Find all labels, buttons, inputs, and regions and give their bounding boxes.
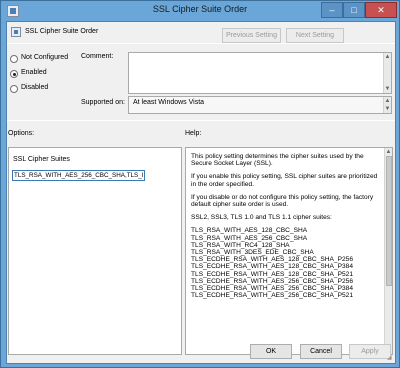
cipher-suite-item: TLS_ECDHE_RSA_WITH_AES_128_CBC_SHA_P384 (191, 263, 353, 271)
options-panel: SSL Cipher Suites TLS_RSA_WITH_AES_256_C… (8, 147, 182, 355)
cipher-suite-item: TLS_RSA_WITH_RC4_128_SHA (191, 241, 290, 249)
cipher-suite-item: TLS_RSA_WITH_AES_256_CBC_SHA (191, 234, 308, 242)
options-label: Options: (8, 130, 35, 137)
help-scrollbar[interactable]: ▲ ▼ (384, 148, 392, 354)
setting-icon (11, 27, 21, 37)
cipher-suite-item: TLS_ECDHE_RSA_WITH_AES_256_CBC_SHA_P256 (191, 277, 353, 285)
scroll-down-arrow-icon[interactable]: ▼ (384, 85, 391, 93)
radio-dot[interactable] (10, 70, 18, 78)
cipher-suite-item: TLS_ECDHE_RSA_WITH_AES_128_CBC_SHA_P256 (191, 256, 353, 264)
header-divider (7, 43, 395, 44)
ok-button[interactable]: OK (250, 344, 292, 359)
dialog-client-area: SSL Cipher Suite Order Previous Setting … (6, 21, 396, 364)
setting-title: SSL Cipher Suite Order (25, 28, 99, 35)
policy-dialog-window: SSL Cipher Suite Order – □ ✕ SSL Cipher … (0, 0, 400, 368)
supported-scrollbar[interactable]: ▲ ▼ (383, 97, 391, 113)
supported-on-label: Supported on: (81, 99, 125, 106)
close-button[interactable]: ✕ (365, 2, 397, 18)
radio-label: Not Configured (21, 54, 69, 61)
scroll-up-arrow-icon[interactable]: ▲ (385, 148, 392, 156)
maximize-button[interactable]: □ (343, 2, 365, 18)
radio-label: Enabled (21, 69, 47, 76)
minimize-button[interactable]: – (321, 2, 343, 18)
title-bar[interactable]: SSL Cipher Suite Order – □ ✕ (1, 1, 399, 21)
section-divider (7, 120, 395, 121)
cipher-suite-list: TLS_RSA_WITH_AES_128_CBC_SHA TLS_RSA_WIT… (191, 227, 381, 299)
help-paragraph: If you enable this policy setting, SSL c… (191, 173, 378, 188)
apply-button[interactable]: Apply (349, 344, 391, 359)
help-panel: This policy setting determines the ciphe… (185, 147, 393, 355)
ssl-cipher-suites-label: SSL Cipher Suites (13, 156, 70, 163)
resize-grip-icon[interactable]: ◢ (387, 355, 394, 362)
comment-scrollbar[interactable]: ▲ ▼ (383, 53, 391, 93)
scroll-up-arrow-icon[interactable]: ▲ (384, 53, 391, 61)
previous-setting-button[interactable]: Previous Setting (222, 28, 281, 43)
cipher-suite-item: TLS_ECDHE_RSA_WITH_AES_256_CBC_SHA_P384 (191, 285, 353, 293)
cipher-suite-item: TLS_RSA_WITH_3DES_EDE_CBC_SHA (191, 249, 314, 257)
comment-label: Comment: (81, 53, 114, 60)
help-text: This policy setting determines the ciphe… (191, 153, 381, 299)
supported-on-field: At least Windows Vista ▲ ▼ (128, 96, 392, 114)
help-paragraph: If you disable or do not configure this … (191, 193, 374, 209)
help-paragraph: This policy setting determines the ciphe… (191, 153, 364, 168)
cipher-suite-item: TLS_RSA_WITH_AES_128_CBC_SHA (191, 227, 308, 235)
comment-field[interactable]: ▲ ▼ (128, 52, 392, 94)
ssl-cipher-suites-input[interactable]: TLS_RSA_WITH_AES_256_CBC_SHA,TLS_I (12, 170, 145, 181)
next-setting-button[interactable]: Next Setting (286, 28, 344, 43)
radio-label: Disabled (21, 84, 49, 91)
help-paragraph: SSL2, SSL3, TLS 1.0 and TLS 1.1 cipher s… (191, 214, 332, 222)
help-label: Help: (185, 130, 202, 137)
cipher-suite-item: TLS_ECDHE_RSA_WITH_AES_128_CBC_SHA_P521 (191, 270, 353, 278)
radio-dot[interactable] (10, 85, 18, 93)
cancel-button[interactable]: Cancel (300, 344, 342, 359)
radio-dot[interactable] (10, 55, 18, 63)
supported-on-value: At least Windows Vista (133, 99, 205, 106)
help-scroll-thumb[interactable] (386, 156, 392, 286)
cipher-suite-item: TLS_ECDHE_RSA_WITH_AES_256_CBC_SHA_P521 (191, 292, 353, 300)
scroll-down-arrow-icon[interactable]: ▼ (384, 105, 391, 113)
scroll-up-arrow-icon[interactable]: ▲ (384, 97, 391, 105)
